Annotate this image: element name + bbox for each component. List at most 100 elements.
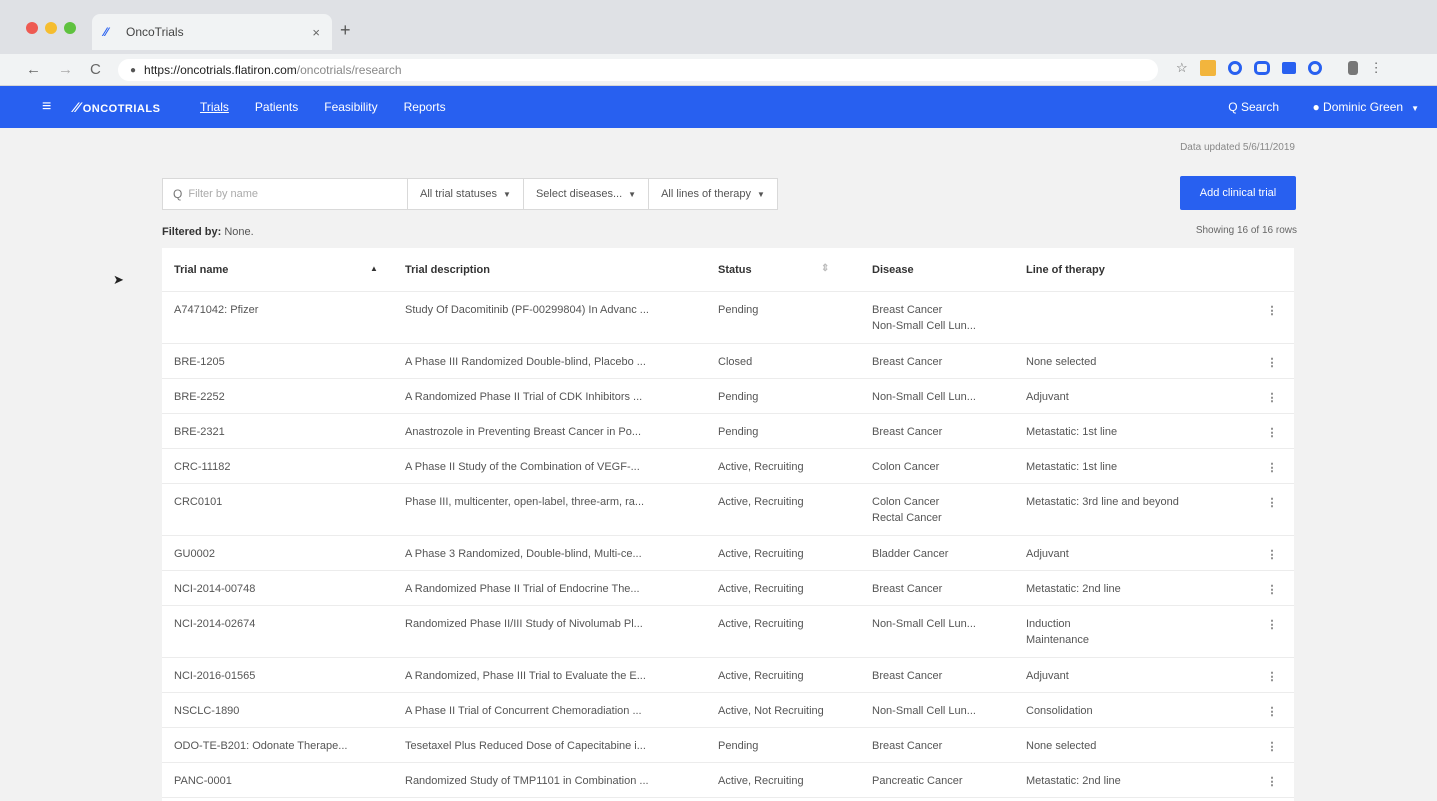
row-menu-icon[interactable]: ⋮: [1262, 496, 1282, 509]
row-menu-icon[interactable]: ⋮: [1262, 705, 1282, 718]
row-menu-icon[interactable]: ⋮: [1262, 775, 1282, 788]
url-field[interactable]: ● https://oncotrials.flatiron.com /oncot…: [118, 59, 1158, 81]
disease-filter-dropdown[interactable]: Select diseases... ▼: [523, 178, 650, 210]
close-window-icon[interactable]: [26, 22, 38, 34]
col-trial-name[interactable]: Trial name: [174, 264, 374, 276]
extension-rounded-icon[interactable]: [1253, 61, 1270, 75]
row-menu-icon[interactable]: ⋮: [1262, 461, 1282, 474]
extension-circle-icon[interactable]: [1227, 61, 1242, 75]
disease-value: Colon Cancer: [872, 496, 940, 508]
disease-filter-label: Select diseases...: [535, 188, 623, 200]
row-menu-icon[interactable]: ⋮: [1262, 618, 1282, 631]
search-input[interactable]: Q Filter by name: [162, 178, 408, 210]
chevron-down-icon: ▼: [628, 189, 637, 199]
row-count: Showing 16 of 16 rows: [1195, 225, 1297, 236]
col-disease[interactable]: Disease: [872, 264, 1002, 276]
line-of-therapy-cell: None selected: [1026, 356, 1226, 368]
trial-name-cell[interactable]: BRE-2321: [174, 426, 374, 438]
row-menu-icon[interactable]: ⋮: [1262, 740, 1282, 753]
disease-value: Non-Small Cell Lun...: [872, 320, 976, 332]
line-of-therapy-cell: Adjuvant: [1026, 391, 1226, 403]
table-row[interactable]: PANC-0001 Randomized Study of TMP1101 in …: [162, 763, 1294, 798]
tab-close-icon[interactable]: ×: [312, 25, 320, 40]
trial-name-cell[interactable]: CRC0101: [174, 496, 374, 508]
url-host: https://oncotrials.flatiron.com: [144, 63, 297, 77]
bookmark-star-icon[interactable]: ☆: [1176, 60, 1188, 76]
table-row[interactable]: NCI-2014-02674 Randomized Phase II/III St…: [162, 606, 1294, 658]
filtered-by-value: None.: [224, 226, 254, 238]
trial-description-cell: A Phase II Study of the Combination of V…: [405, 461, 640, 473]
row-menu-icon[interactable]: ⋮: [1262, 391, 1282, 404]
chevron-down-icon: ▼: [756, 189, 765, 199]
maximize-window-icon[interactable]: [64, 22, 76, 34]
trial-name-cell[interactable]: ODO-TE-B201: Odonate Therape...: [174, 740, 374, 752]
disease-cell: Bladder Cancer: [872, 548, 1002, 560]
col-trial-description[interactable]: Trial description: [405, 264, 695, 276]
trial-name-cell[interactable]: NSCLC-1890: [174, 705, 374, 717]
col-line-of-therapy[interactable]: Line of therapy: [1026, 264, 1226, 276]
disease-cell: Colon Cancer Rectal Cancer: [872, 496, 1002, 524]
extension-folder-icon[interactable]: [1199, 60, 1216, 76]
trial-name-cell[interactable]: BRE-2252: [174, 391, 374, 403]
extension-chat-icon[interactable]: [1281, 62, 1296, 74]
row-menu-icon[interactable]: ⋮: [1262, 583, 1282, 596]
user-name: Dominic Green: [1323, 100, 1404, 114]
table-row[interactable]: A7471042: Pfizer Study Of Dacomitinib (PF…: [162, 292, 1294, 344]
disease-cell: Pancreatic Cancer: [872, 775, 1002, 787]
sort-ascending-icon[interactable]: ▲: [370, 264, 378, 273]
new-tab-button[interactable]: +: [340, 20, 351, 41]
profile-icon[interactable]: [1347, 61, 1358, 75]
browser-tab[interactable]: ⁄⁄ OncoTrials ×: [92, 14, 332, 50]
browser-menu-icon[interactable]: ⋮: [1370, 60, 1383, 76]
table-row[interactable]: BRE-2252 A Randomized Phase II Trial of C…: [162, 379, 1294, 414]
forward-icon[interactable]: →: [58, 61, 73, 78]
minimize-window-icon[interactable]: [45, 22, 57, 34]
trial-name-cell[interactable]: CRC-11182: [174, 461, 374, 473]
trial-name-cell[interactable]: GU0002: [174, 548, 374, 560]
table-row[interactable]: NCI-2014-00748 A Randomized Phase II Tria…: [162, 571, 1294, 606]
trial-name-cell[interactable]: A7471042: Pfizer: [174, 304, 374, 316]
therapy-filter-label: All lines of therapy: [661, 188, 751, 200]
back-icon[interactable]: ←: [26, 61, 41, 78]
table-row[interactable]: BRE-1205 A Phase III Randomized Double-bl…: [162, 344, 1294, 379]
trial-description-cell: A Phase 3 Randomized, Double-blind, Mult…: [405, 548, 642, 560]
status-filter-dropdown[interactable]: All trial statuses ▼: [408, 178, 524, 210]
table-row[interactable]: NCI-2016-01565 A Randomized, Phase III Tr…: [162, 658, 1294, 693]
header-search-label: Search: [1240, 100, 1279, 114]
extension-target-icon[interactable]: [1307, 61, 1322, 75]
filtered-by: Filtered by: None.: [162, 226, 254, 238]
table-row[interactable]: NSCLC-1890 A Phase II Trial of Concurrent…: [162, 693, 1294, 728]
row-menu-icon[interactable]: ⋮: [1262, 304, 1282, 317]
logo[interactable]: ⁄⁄ ONCOTRIALS: [74, 99, 160, 115]
table-row[interactable]: CRC0101 Phase III, multicenter, open-labe…: [162, 484, 1294, 536]
line-of-therapy-value: None selected: [1026, 740, 1097, 752]
sort-icon[interactable]: ⇕: [821, 263, 829, 274]
trial-name-cell[interactable]: NCI-2016-01565: [174, 670, 374, 682]
nav-trials[interactable]: Trials: [200, 100, 229, 114]
nav-feasibility[interactable]: Feasibility: [324, 100, 377, 114]
trial-name-cell[interactable]: NCI-2014-02674: [174, 618, 374, 630]
nav-reports[interactable]: Reports: [404, 100, 446, 114]
row-menu-icon[interactable]: ⋮: [1262, 548, 1282, 561]
therapy-filter-dropdown[interactable]: All lines of therapy ▼: [649, 178, 778, 210]
row-menu-icon[interactable]: ⋮: [1262, 356, 1282, 369]
trial-name-cell[interactable]: NCI-2014-00748: [174, 583, 374, 595]
table-row[interactable]: BRE-2321 Anastrozole in Preventing Breast…: [162, 414, 1294, 449]
header-search-button[interactable]: Q Search: [1228, 100, 1279, 114]
trial-name-cell[interactable]: PANC-0001: [174, 775, 374, 787]
disease-cell: Non-Small Cell Lun...: [872, 618, 1002, 630]
hamburger-menu-icon[interactable]: ≡: [42, 98, 51, 116]
add-clinical-trial-button[interactable]: Add clinical trial: [1180, 176, 1296, 210]
reload-icon[interactable]: C: [90, 61, 101, 78]
table-row[interactable]: ODO-TE-B201: Odonate Therape... Tesetaxel…: [162, 728, 1294, 763]
row-menu-icon[interactable]: ⋮: [1262, 670, 1282, 683]
user-menu[interactable]: ● Dominic Green ▼: [1312, 100, 1419, 114]
trial-name-cell[interactable]: BRE-1205: [174, 356, 374, 368]
line-of-therapy-value: Metastatic: 2nd line: [1026, 583, 1121, 595]
status-cell: Active, Recruiting: [718, 618, 804, 630]
table-row[interactable]: GU0002 A Phase 3 Randomized, Double-blind…: [162, 536, 1294, 571]
status-cell: Active, Recruiting: [718, 775, 804, 787]
table-row[interactable]: CRC-11182 A Phase II Study of the Combina…: [162, 449, 1294, 484]
row-menu-icon[interactable]: ⋮: [1262, 426, 1282, 439]
nav-patients[interactable]: Patients: [255, 100, 298, 114]
